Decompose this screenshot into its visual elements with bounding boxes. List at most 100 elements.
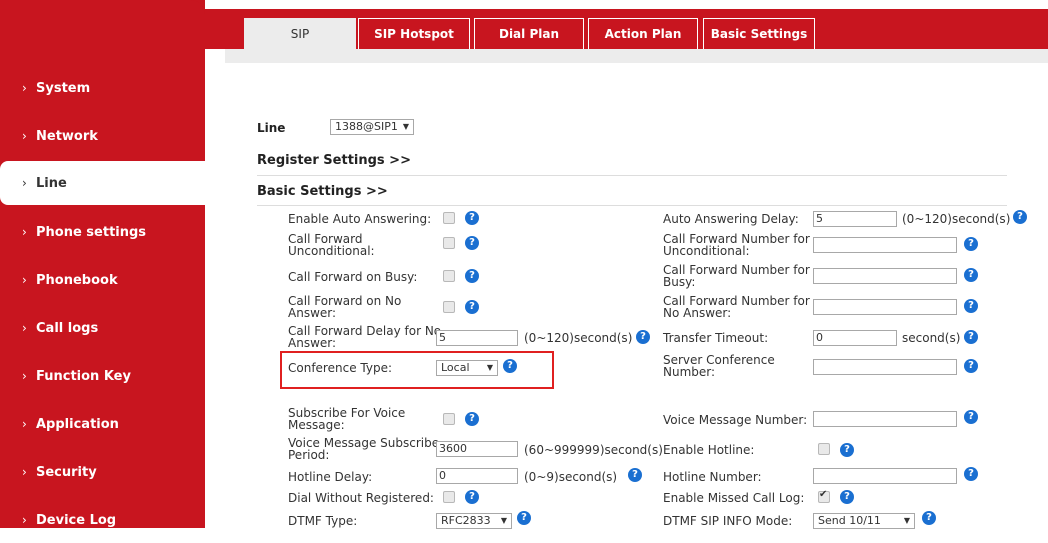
sidebar-item-label: Function Key xyxy=(36,369,131,384)
dtmf-type-value: RFC2833 xyxy=(441,514,491,527)
chevron-right-icon: › xyxy=(22,417,27,431)
sidebar-item-label: Call logs xyxy=(36,321,99,336)
tab-action-plan[interactable]: Action Plan xyxy=(588,18,698,49)
cfn-uncond-label: Call Forward Number for Unconditional: xyxy=(663,233,810,257)
sidebar-item-label: Security xyxy=(36,465,97,480)
help-icon[interactable]: ? xyxy=(964,299,978,313)
transfer-timeout-input[interactable]: 0 xyxy=(813,330,897,346)
vm-period-label: Voice Message Subscribe Period: xyxy=(288,437,439,461)
sidebar-item-label: Device Log xyxy=(36,513,117,528)
sidebar-item-security[interactable]: › Security xyxy=(0,450,205,494)
sidebar-item-application[interactable]: › Application xyxy=(0,402,205,446)
sidebar-item-phonebook[interactable]: › Phonebook xyxy=(0,258,205,302)
help-icon[interactable]: ? xyxy=(964,467,978,481)
cf-uncond-label: Call Forward Unconditional: xyxy=(288,233,375,257)
sidebar-item-system[interactable]: › System xyxy=(0,66,205,110)
label-line: Unconditional: xyxy=(663,244,750,258)
tab-sip[interactable]: SIP xyxy=(244,18,356,49)
transfer-timeout-label: Transfer Timeout: xyxy=(663,331,769,345)
server-conf-input[interactable] xyxy=(813,359,957,375)
help-icon[interactable]: ? xyxy=(964,268,978,282)
chevron-right-icon: › xyxy=(22,321,27,335)
chevron-right-icon: › xyxy=(22,369,27,383)
tab-basic-settings[interactable]: Basic Settings xyxy=(703,18,815,49)
sidebar-item-label: Line xyxy=(36,176,67,191)
sidebar-item-label: System xyxy=(36,81,91,96)
aa-delay-input[interactable]: 5 xyxy=(813,211,897,227)
chevron-right-icon: › xyxy=(22,465,27,479)
sidebar-item-call-logs[interactable]: › Call logs xyxy=(0,306,205,350)
chevron-right-icon: › xyxy=(22,273,27,287)
chevron-right-icon: › xyxy=(22,129,27,143)
missed-log-label: Enable Missed Call Log: xyxy=(663,491,805,505)
label-line: Unconditional: xyxy=(288,244,375,258)
help-icon[interactable]: ? xyxy=(465,490,479,504)
aa-delay-unit: (0~120)second(s) xyxy=(902,212,1011,226)
help-icon[interactable]: ? xyxy=(964,330,978,344)
cfn-noans-label: Call Forward Number for No Answer: xyxy=(663,295,810,319)
cf-delay-input[interactable]: 5 xyxy=(436,330,518,346)
sidebar-item-device-log[interactable]: › Device Log xyxy=(0,498,205,542)
dropdown-arrow-icon: ▼ xyxy=(402,122,409,131)
hotline-number-input[interactable] xyxy=(813,468,957,484)
help-icon[interactable]: ? xyxy=(840,443,854,457)
vm-number-input[interactable] xyxy=(813,411,957,427)
help-icon[interactable]: ? xyxy=(1013,210,1027,224)
sidebar-item-phone-settings[interactable]: › Phone settings xyxy=(0,210,205,254)
help-icon[interactable]: ? xyxy=(964,410,978,424)
hotline-delay-input[interactable]: 0 xyxy=(436,468,518,484)
sidebar-item-network[interactable]: › Network xyxy=(0,114,205,158)
cfn-noans-input[interactable] xyxy=(813,299,957,315)
dial-unreg-checkbox[interactable] xyxy=(443,491,455,503)
help-icon[interactable]: ? xyxy=(465,269,479,283)
sidebar-item-line[interactable]: › Line xyxy=(0,161,208,205)
help-icon[interactable]: ? xyxy=(517,511,531,525)
sidebar-item-function-key[interactable]: › Function Key xyxy=(0,354,205,398)
missed-log-checkbox[interactable] xyxy=(818,489,830,503)
register-settings-link[interactable]: Register Settings >> xyxy=(257,154,411,167)
help-icon[interactable]: ? xyxy=(465,300,479,314)
tab-dial-plan[interactable]: Dial Plan xyxy=(474,18,584,49)
help-icon[interactable]: ? xyxy=(465,211,479,225)
dtmf-sip-info-select[interactable]: Send 10/11 ▼ xyxy=(813,513,915,529)
help-icon[interactable]: ? xyxy=(628,468,642,482)
dropdown-arrow-icon: ▼ xyxy=(903,516,910,525)
sidebar-item-label: Application xyxy=(36,417,119,432)
help-icon[interactable]: ? xyxy=(465,412,479,426)
label-line: No Answer: xyxy=(663,306,732,320)
vm-number-label: Voice Message Number: xyxy=(663,413,808,427)
line-select-value: 1388@SIP1 xyxy=(335,120,398,133)
help-icon[interactable]: ? xyxy=(636,330,650,344)
label-line: Answer: xyxy=(288,336,337,350)
chevron-right-icon: › xyxy=(22,176,27,190)
tab-content-strip xyxy=(225,49,1048,63)
cf-delay-unit: (0~120)second(s) xyxy=(524,331,633,345)
cf-uncond-checkbox[interactable] xyxy=(443,237,455,249)
dtmf-sip-info-value: Send 10/11 xyxy=(818,514,881,527)
sub-vm-checkbox[interactable] xyxy=(443,413,455,425)
label-line: Answer: xyxy=(288,306,337,320)
help-icon[interactable]: ? xyxy=(503,359,517,373)
vm-period-input[interactable]: 3600 xyxy=(436,441,518,457)
basic-settings-link[interactable]: Basic Settings >> xyxy=(257,185,388,198)
cfn-busy-input[interactable] xyxy=(813,268,957,284)
conference-type-select[interactable]: Local ▼ xyxy=(436,360,498,376)
help-icon[interactable]: ? xyxy=(964,359,978,373)
transfer-timeout-unit: second(s) xyxy=(902,331,961,345)
auto-answer-checkbox[interactable] xyxy=(443,212,455,224)
line-select[interactable]: 1388@SIP1 ▼ xyxy=(330,119,414,135)
tab-sip-hotspot[interactable]: SIP Hotspot xyxy=(358,18,470,49)
enable-hotline-checkbox[interactable] xyxy=(818,443,830,455)
cf-busy-checkbox[interactable] xyxy=(443,270,455,282)
cf-noans-checkbox[interactable] xyxy=(443,301,455,313)
help-icon[interactable]: ? xyxy=(922,511,936,525)
label-line: Busy: xyxy=(663,275,696,289)
help-icon[interactable]: ? xyxy=(465,236,479,250)
help-icon[interactable]: ? xyxy=(964,237,978,251)
cf-busy-label: Call Forward on Busy: xyxy=(288,270,418,284)
help-icon[interactable]: ? xyxy=(840,490,854,504)
dtmf-type-select[interactable]: RFC2833 ▼ xyxy=(436,513,512,529)
dtmf-sip-info-label: DTMF SIP INFO Mode: xyxy=(663,514,793,528)
cfn-uncond-input[interactable] xyxy=(813,237,957,253)
line-label: Line xyxy=(257,121,286,135)
